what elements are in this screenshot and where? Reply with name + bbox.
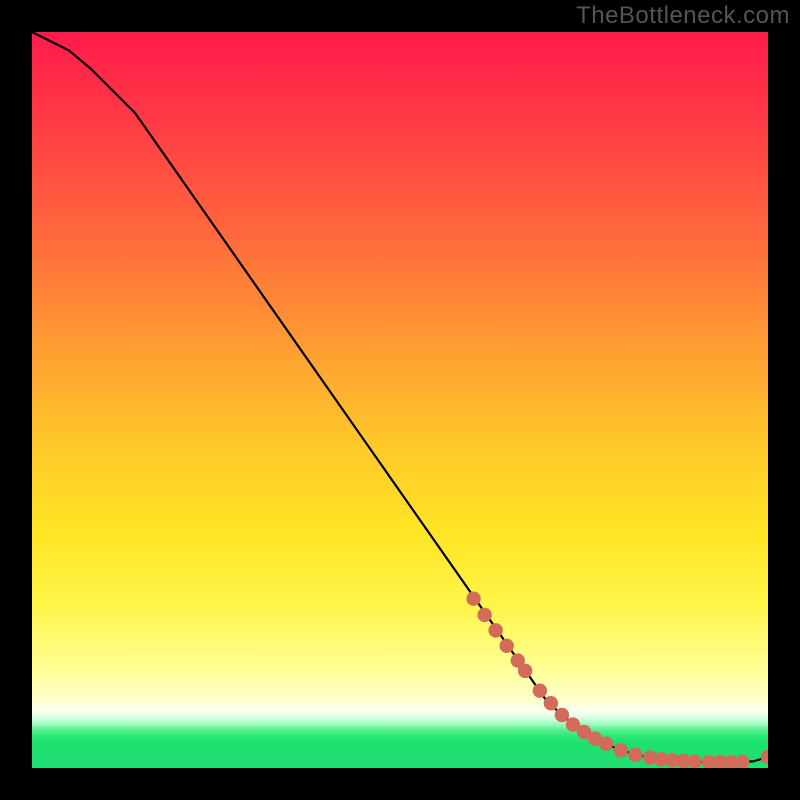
chart-svg [32, 32, 768, 768]
data-point [761, 750, 768, 764]
chart-container: TheBottleneck.com [0, 0, 800, 800]
curve-path [32, 32, 768, 762]
data-point [477, 608, 491, 622]
data-point [488, 623, 502, 637]
data-point [466, 592, 480, 606]
data-point [599, 737, 613, 751]
data-point [555, 708, 569, 722]
data-point [735, 755, 749, 768]
curve-line [32, 32, 768, 762]
data-point [518, 664, 532, 678]
data-point [544, 696, 558, 710]
data-point [628, 748, 642, 762]
watermark-text: TheBottleneck.com [576, 2, 790, 30]
plot-area [32, 32, 768, 768]
data-point [533, 684, 547, 698]
data-point [500, 639, 514, 653]
data-point [614, 743, 628, 757]
data-point [687, 754, 701, 768]
scatter-points [466, 592, 768, 768]
